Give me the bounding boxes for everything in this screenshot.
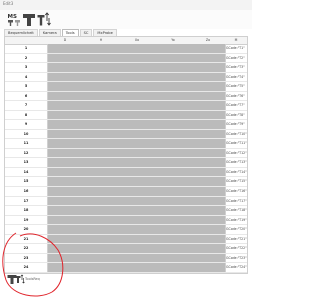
row-number: 4 — [24, 74, 28, 79]
row-number: 23 — [23, 255, 29, 260]
table-row[interactable]: 21 GCode:"T21" — [5, 235, 247, 245]
table-row[interactable]: 6 GCode:"T6" — [5, 92, 247, 102]
row-number: 9 — [24, 122, 28, 127]
table-row[interactable]: 4 GCode:"T4" — [5, 73, 247, 83]
row-gcode-cell[interactable]: GCode:"T6" — [226, 92, 245, 101]
row-gcode-cell[interactable]: GCode:"T15" — [226, 177, 247, 186]
row-gcode-cell[interactable]: GCode:"T12" — [226, 149, 247, 158]
row-gcode-cell[interactable]: GCode:"T19" — [226, 216, 247, 225]
row-number: 19 — [23, 217, 29, 222]
row-gcode-cell[interactable]: GCode:"T4" — [226, 73, 245, 82]
header-d: D — [63, 38, 67, 42]
table-row[interactable]: 18 GCode:"T18" — [5, 206, 247, 216]
row-gcode-cell[interactable]: GCode:"T13" — [226, 158, 247, 167]
row-gcode-cell[interactable]: GCode:"T7" — [226, 101, 245, 110]
header-zo: Zo — [205, 38, 211, 42]
window-title: Edit3 — [3, 1, 14, 6]
row-number: 10 — [23, 131, 29, 136]
row-number: 12 — [23, 150, 29, 155]
header-h: H — [99, 38, 103, 42]
row-number: 13 — [23, 160, 29, 165]
table-row[interactable]: 7 GCode:"T7" — [5, 101, 247, 111]
tab-bar: Bequemlicheit Kamera Tools SC MxProbe — [4, 29, 118, 36]
row-gcode-cell[interactable]: GCode:"T24" — [226, 263, 247, 272]
table-row[interactable]: 20 GCode:"T20" — [5, 225, 247, 235]
tab-sc[interactable]: SC — [79, 29, 93, 36]
row-number: 16 — [23, 188, 29, 193]
row-gcode-cell[interactable]: GCode:"T11" — [226, 139, 247, 148]
row-gcode-cell[interactable]: GCode:"T17" — [226, 197, 247, 206]
row-number: 7 — [24, 103, 28, 108]
row-gcode-cell[interactable]: GCode:"T3" — [226, 63, 245, 72]
table-row[interactable]: 1 GCode:"T1" — [5, 44, 247, 54]
header-yo: Yo — [171, 38, 175, 42]
row-number: 22 — [23, 246, 29, 251]
row-number: 21 — [23, 236, 29, 241]
table-row[interactable]: 3 GCode:"T3" — [5, 63, 247, 73]
tab-tools[interactable]: Tools — [61, 29, 79, 36]
row-number: 24 — [23, 265, 29, 270]
table-row[interactable]: 10 GCode:"T10" — [5, 130, 247, 140]
row-number: 3 — [24, 65, 28, 70]
row-gcode-cell[interactable]: GCode:"T5" — [226, 82, 245, 91]
row-number: 2 — [24, 55, 28, 60]
table-row[interactable]: 15 GCode:"T15" — [5, 177, 247, 187]
row-number: 18 — [23, 208, 29, 213]
bottom-toolbar: ToolsReq — [0, 274, 252, 300]
table-row[interactable]: 11 GCode:"T11" — [5, 139, 247, 149]
tool-swap-icon[interactable] — [15, 274, 25, 284]
row-number: 20 — [23, 227, 29, 232]
svg-text:MS: MS — [8, 14, 17, 20]
header-index — [5, 37, 47, 44]
row-gcode-cell[interactable]: GCode:"T1" — [226, 44, 245, 53]
row-number: 6 — [24, 93, 28, 98]
row-gcode-cell[interactable]: GCode:"T9" — [226, 120, 245, 129]
table-row[interactable]: 24 GCode:"T24" — [5, 263, 247, 273]
row-gcode-cell[interactable]: GCode:"T22" — [226, 244, 247, 253]
row-number: 17 — [23, 198, 29, 203]
table-row[interactable]: 9 GCode:"T9" — [5, 120, 247, 130]
row-number: 15 — [23, 179, 29, 184]
row-gcode-cell[interactable]: GCode:"T23" — [226, 254, 247, 263]
table-row[interactable]: 17 GCode:"T17" — [5, 197, 247, 207]
tool-swap-icon[interactable] — [37, 12, 51, 27]
row-gcode-cell[interactable]: GCode:"T2" — [226, 54, 245, 63]
table-row[interactable]: 23 GCode:"T23" — [5, 254, 247, 264]
tools-req-label: ToolsReq — [25, 277, 40, 281]
row-gcode-cell[interactable]: GCode:"T16" — [226, 187, 247, 196]
row-number: 11 — [23, 141, 29, 146]
header-xo: Xo — [134, 38, 140, 42]
row-gcode-cell[interactable]: GCode:"T18" — [226, 206, 247, 215]
tool-icon[interactable] — [22, 12, 36, 27]
mode-select-icon[interactable]: MS — [7, 12, 21, 27]
header-m: M — [234, 38, 238, 42]
table-row[interactable]: 5 GCode:"T5" — [5, 82, 247, 92]
row-gcode-cell[interactable]: GCode:"T21" — [226, 235, 247, 244]
table-row[interactable]: 14 GCode:"T14" — [5, 168, 247, 178]
row-gcode-cell[interactable]: GCode:"T10" — [226, 130, 247, 139]
row-number: 1 — [24, 46, 28, 50]
row-number: 14 — [23, 169, 29, 174]
tab-bequemlicheit[interactable]: Bequemlicheit — [4, 29, 38, 36]
table-row[interactable]: 22 GCode:"T22" — [5, 244, 247, 254]
table-row[interactable]: 8 GCode:"T8" — [5, 111, 247, 121]
table-body: 1 GCode:"T1" 2 GCode:"T2" 3 GCode:"T3" 4 GCode:… — [5, 44, 247, 273]
table-row[interactable]: 19 GCode:"T19" — [5, 216, 247, 226]
row-gcode-cell[interactable]: GCode:"T14" — [226, 168, 247, 177]
toolbar: MS — [0, 10, 252, 29]
table-row[interactable]: 13 GCode:"T13" — [5, 158, 247, 168]
table-row[interactable]: 16 GCode:"T16" — [5, 187, 247, 197]
tools-table: D H Xo Yo Zo M 1 GCode:"T1" 2 GCode:"T2" 3 GC… — [4, 36, 248, 274]
row-gcode-cell[interactable]: GCode:"T8" — [226, 111, 245, 120]
row-gcode-cell[interactable]: GCode:"T20" — [226, 225, 247, 234]
row-number: 5 — [24, 84, 28, 89]
table-row[interactable]: 2 GCode:"T2" — [5, 54, 247, 64]
table-row[interactable]: 12 GCode:"T12" — [5, 149, 247, 159]
tab-mxprobe[interactable]: MxProbe — [93, 29, 117, 36]
tab-kamera[interactable]: Kamera — [38, 29, 61, 36]
row-number: 8 — [24, 112, 28, 117]
